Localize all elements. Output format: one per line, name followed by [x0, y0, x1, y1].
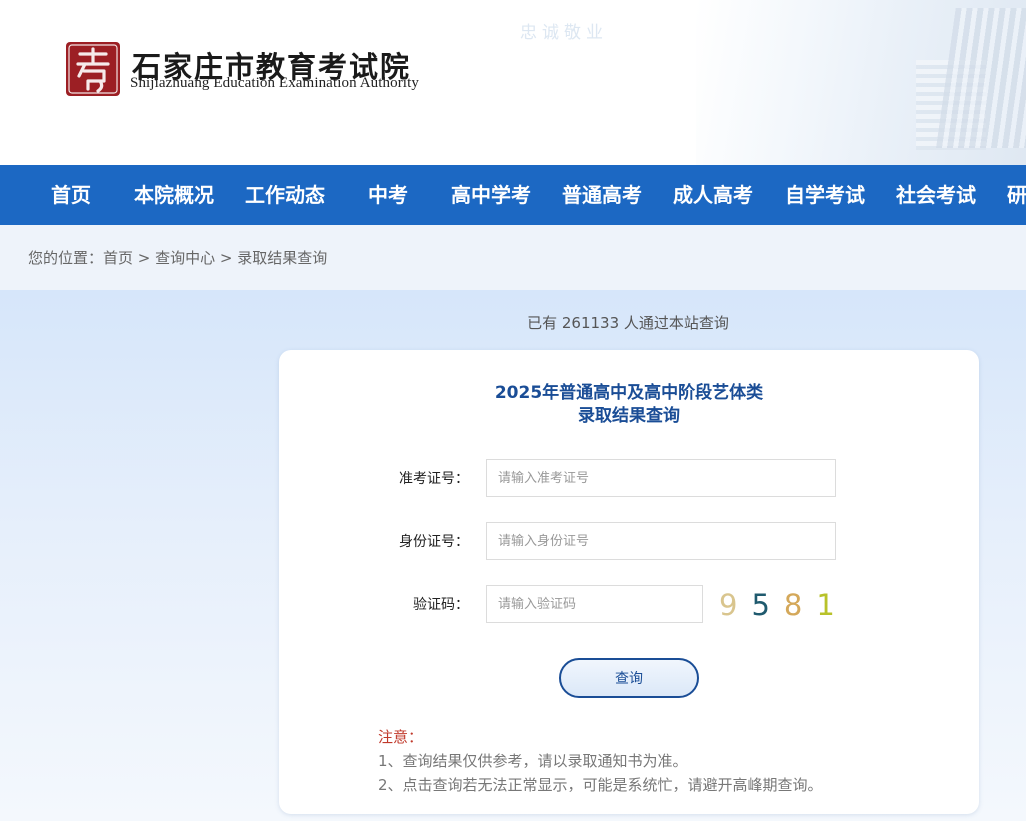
nav-item-xuekao[interactable]: 高中学考 [451, 165, 531, 225]
site-header: 忠诚敬业 石家庄市教育考试院 Shijiazhuang Education Ex… [0, 0, 1026, 165]
exam-number-label: 准考证号： [399, 471, 469, 487]
nav-item-about[interactable]: 本院概况 [134, 165, 214, 225]
main-nav: 首页 本院概况 工作动态 中考 高中学考 普通高考 成人高考 自学考试 社会考试… [0, 165, 1026, 225]
breadcrumb-separator: > [215, 249, 238, 267]
breadcrumb-current: 录取结果查询 [237, 249, 328, 267]
notice-title: 注意： [378, 728, 424, 746]
captcha-input[interactable] [486, 585, 703, 623]
breadcrumb-prefix: 您的位置： [28, 249, 104, 267]
query-title-line2: 录取结果查询 [578, 406, 680, 426]
nav-item-self-study[interactable]: 自学考试 [785, 165, 865, 225]
counter-text-before: 已有 [527, 314, 562, 332]
query-button[interactable]: 查询 [559, 658, 699, 698]
id-number-label: 身份证号： [399, 534, 469, 550]
exam-number-input[interactable] [486, 459, 836, 497]
breadcrumb-home[interactable]: 首页 [103, 249, 133, 267]
nav-item-graduate[interactable]: 研 [1007, 165, 1026, 225]
nav-item-adult-exam[interactable]: 成人高考 [673, 165, 753, 225]
breadcrumb-bar: 您的位置：首页 > 查询中心 > 录取结果查询 [0, 225, 1026, 290]
nav-item-news[interactable]: 工作动态 [245, 165, 325, 225]
nav-item-zhongkao[interactable]: 中考 [368, 165, 408, 225]
main-content: 已有 261133 人通过本站查询 2025年普通高中及高中阶段艺体类 录取结果… [0, 290, 1026, 821]
visitor-counter: 已有 261133 人通过本站查询 [0, 312, 1026, 333]
captcha-digit: 9 [719, 588, 738, 622]
id-number-input[interactable] [486, 522, 836, 560]
captcha-image[interactable]: 9 5 8 1 [719, 586, 849, 624]
captcha-digit: 1 [816, 588, 835, 622]
org-name-en: Shijiazhuang Education Examination Autho… [130, 75, 419, 91]
notice-line: 1、查询结果仅供参考，请以录取通知书为准。 [378, 752, 688, 770]
counter-text-after: 人通过本站查询 [619, 314, 729, 332]
captcha-label: 验证码： [413, 597, 469, 613]
seal-logo-icon[interactable] [64, 40, 122, 98]
query-title-line1: 2025年普通高中及高中阶段艺体类 [494, 383, 764, 403]
nav-item-home[interactable]: 首页 [51, 165, 91, 225]
query-card: 2025年普通高中及高中阶段艺体类 录取结果查询 准考证号： 身份证号： 验证码… [279, 350, 979, 814]
header-background [696, 0, 1026, 165]
header-slogan: 忠诚敬业 [520, 23, 608, 43]
captcha-digit: 5 [751, 588, 770, 622]
query-title: 2025年普通高中及高中阶段艺体类 录取结果查询 [279, 382, 979, 428]
nav-item-social-exam[interactable]: 社会考试 [896, 165, 976, 225]
nav-item-gaokao[interactable]: 普通高考 [562, 165, 642, 225]
building-illustration [936, 8, 1026, 148]
breadcrumb: 您的位置：首页 > 查询中心 > 录取结果查询 [28, 247, 327, 268]
notice-line: 2、点击查询若无法正常显示，可能是系统忙，请避开高峰期查询。 [378, 776, 823, 794]
captcha-digit: 8 [783, 588, 803, 622]
counter-value: 261133 [561, 314, 620, 332]
breadcrumb-query-center[interactable]: 查询中心 [155, 249, 215, 267]
breadcrumb-separator: > [133, 249, 156, 267]
